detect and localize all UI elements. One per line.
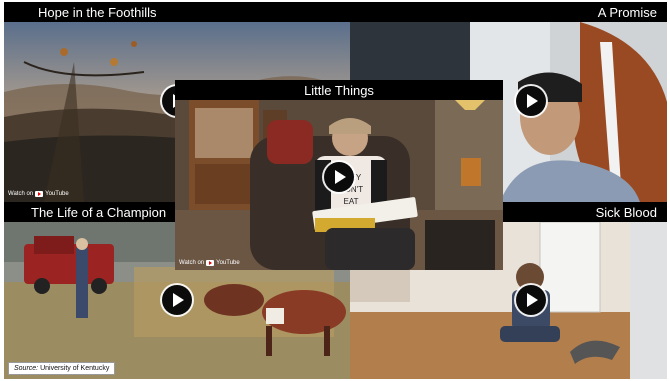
- video-title: Sick Blood: [595, 205, 657, 220]
- source-credit: Source: University of Kentucky: [8, 362, 116, 375]
- video-title: The Life of a Champion: [31, 205, 167, 220]
- play-button-little-things[interactable]: [324, 162, 354, 192]
- video-title: Little Things: [304, 83, 374, 98]
- play-button-the-life-of-a-champion[interactable]: [162, 285, 192, 315]
- youtube-icon: [206, 260, 215, 266]
- video-title: Hope in the Foothills: [38, 5, 157, 20]
- watch-on-youtube[interactable]: Watch on YouTube: [179, 260, 240, 266]
- video-grid: Hope in the Foothills Watch on YouTube A…: [4, 2, 667, 379]
- play-button-a-promise[interactable]: [516, 86, 546, 116]
- watch-on-youtube[interactable]: Watch on YouTube: [8, 191, 69, 197]
- play-button-sick-blood[interactable]: [516, 285, 546, 315]
- svg-text:EAT: EAT: [344, 197, 359, 206]
- video-title: A Promise: [597, 5, 657, 20]
- youtube-icon: [35, 191, 44, 197]
